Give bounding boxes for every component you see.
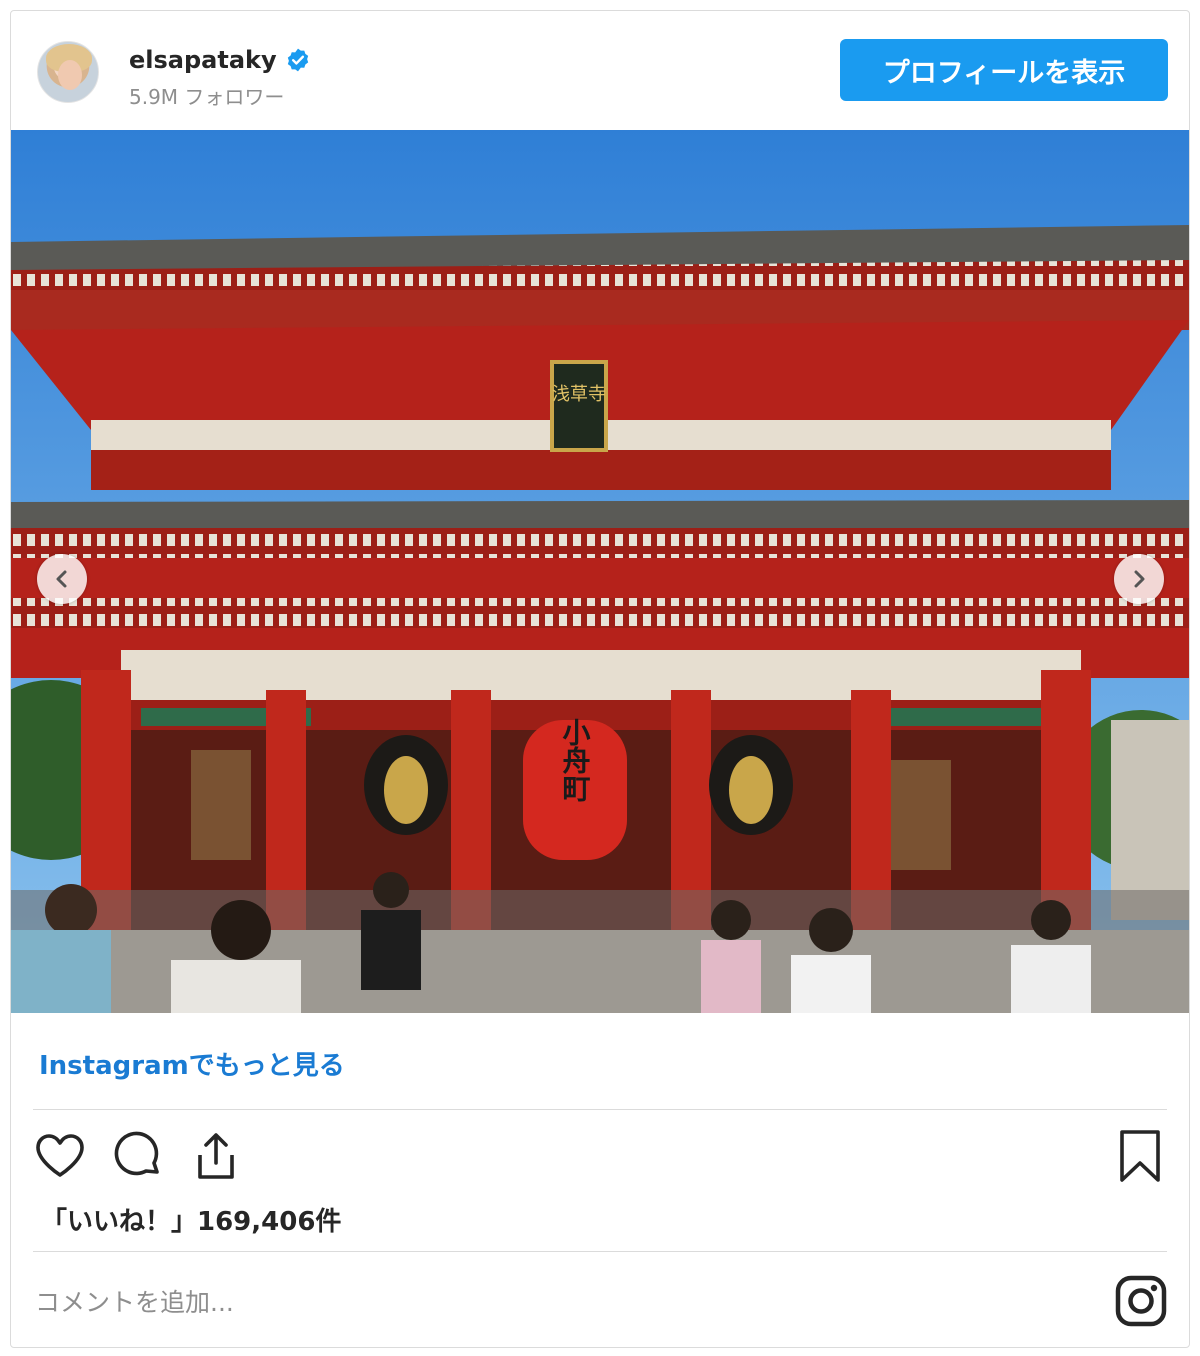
like-count: 「いいね！」169,406件	[41, 1207, 342, 1237]
temple-sign-text: 浅草寺	[552, 384, 606, 405]
view-more-on-instagram-link[interactable]: Instagramでもっと見る	[39, 1045, 345, 1082]
post-photo[interactable]: 浅草寺 小舟町	[11, 130, 1189, 1013]
post-header: elsapataky 5.9M フォロワー プロフィールを表示	[11, 11, 1189, 131]
comment-input[interactable]: コメントを追加...	[35, 1283, 234, 1319]
chevron-left-icon	[56, 570, 67, 588]
next-photo-button[interactable]	[1114, 554, 1164, 604]
bookmark-icon	[1120, 1130, 1160, 1182]
divider	[33, 1251, 1167, 1252]
view-profile-button[interactable]: プロフィールを表示	[840, 39, 1168, 101]
like-button[interactable]	[33, 1129, 87, 1183]
instagram-logo-icon[interactable]	[1115, 1275, 1167, 1327]
divider	[33, 1109, 1167, 1110]
previous-photo-button[interactable]	[37, 554, 87, 604]
comment-bubble-icon	[114, 1131, 159, 1176]
comment-button[interactable]	[111, 1129, 165, 1183]
share-button[interactable]	[189, 1129, 243, 1183]
heart-icon	[36, 1134, 84, 1177]
temple-gate-image: 浅草寺 小舟町	[11, 130, 1189, 1013]
username-row: elsapataky	[129, 43, 311, 77]
follower-count: 5.9M フォロワー	[129, 85, 285, 109]
instagram-embed-card: elsapataky 5.9M フォロワー プロフィールを表示 浅草寺 小舟町 …	[10, 10, 1190, 1348]
chevron-right-icon	[1134, 570, 1145, 588]
avatar[interactable]	[37, 41, 99, 103]
save-button[interactable]	[1113, 1129, 1167, 1183]
action-bar	[33, 1129, 1167, 1185]
share-icon	[198, 1133, 234, 1179]
username[interactable]: elsapataky	[129, 46, 277, 74]
lantern-text: 小舟町	[559, 718, 592, 802]
verified-badge-icon	[287, 48, 308, 72]
